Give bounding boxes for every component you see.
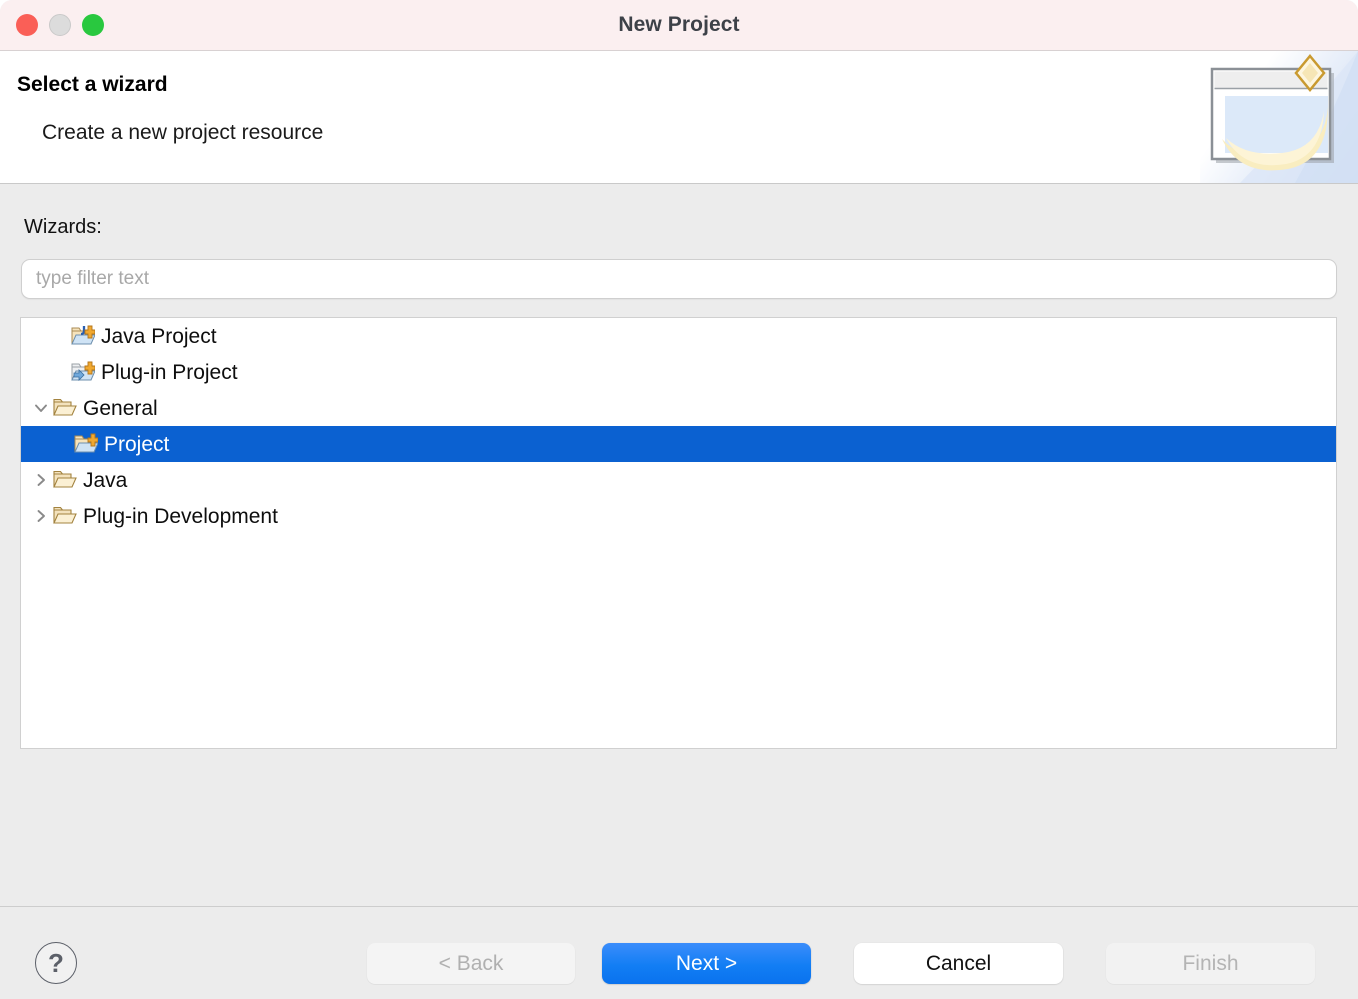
tree-item-label: General — [83, 396, 158, 420]
tree-item-java-project[interactable]: Java Project — [21, 318, 1336, 354]
help-icon[interactable]: ? — [35, 942, 77, 984]
tree-item-label: Plug-in Development — [83, 504, 278, 528]
tree-item-general[interactable]: General — [21, 390, 1336, 426]
wizard-tree[interactable]: Java Project Plug-in Project General Pro… — [20, 317, 1337, 749]
tree-item-label: Plug-in Project — [101, 360, 238, 384]
cancel-button[interactable]: Cancel — [854, 943, 1063, 984]
tree-item-plugin-development[interactable]: Plug-in Development — [21, 498, 1336, 534]
tree-item-label: Java Project — [101, 324, 217, 348]
next-button[interactable]: Next > — [602, 943, 811, 984]
finish-button[interactable]: Finish — [1106, 943, 1315, 984]
minimize-button[interactable] — [49, 14, 71, 36]
window-title: New Project — [618, 13, 740, 36]
tree-item-plugin-project[interactable]: Plug-in Project — [21, 354, 1336, 390]
back-button[interactable]: < Back — [367, 943, 575, 984]
new-project-icon — [73, 432, 99, 456]
new-project-dialog: New Project Select a wizard Create a new… — [0, 0, 1358, 999]
window-controls — [16, 0, 104, 50]
new-project-wizard-banner-icon — [1200, 51, 1358, 183]
folder-open-icon — [52, 468, 78, 492]
wizards-label: Wizards: — [24, 216, 102, 238]
chevron-right-icon[interactable] — [30, 472, 52, 488]
page-title: Select a wizard — [17, 73, 168, 96]
chevron-down-icon[interactable] — [30, 400, 52, 416]
page-description: Create a new project resource — [42, 121, 324, 144]
filter-input[interactable] — [21, 259, 1337, 299]
java-project-icon — [70, 324, 96, 348]
tree-item-label: Project — [104, 432, 170, 456]
tree-item-project[interactable]: Project — [21, 426, 1336, 462]
folder-open-icon — [52, 396, 78, 420]
maximize-button[interactable] — [82, 14, 104, 36]
plugin-project-icon — [70, 360, 96, 384]
title-bar: New Project — [0, 0, 1358, 51]
wizard-body: Wizards: Java Project — [0, 184, 1358, 906]
tree-item-java[interactable]: Java — [21, 462, 1336, 498]
dialog-footer: ? < Back Next > Cancel Finish — [0, 906, 1358, 999]
folder-open-icon — [52, 504, 78, 528]
tree-item-label: Java — [83, 468, 128, 492]
wizard-header: Select a wizard Create a new project res… — [0, 51, 1358, 184]
chevron-right-icon[interactable] — [30, 508, 52, 524]
close-button[interactable] — [16, 14, 38, 36]
